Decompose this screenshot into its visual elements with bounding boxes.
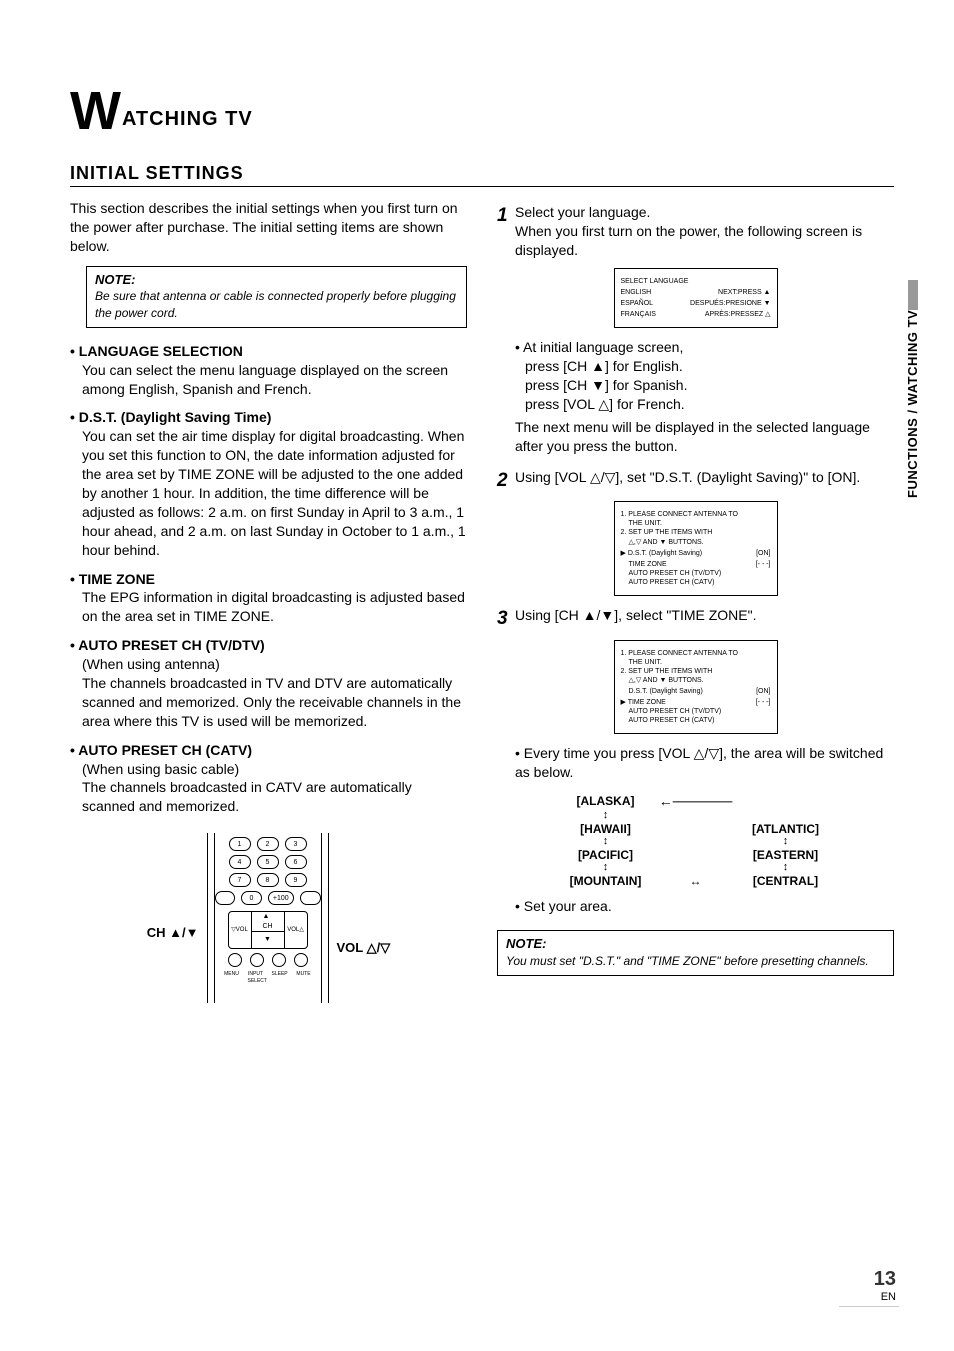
screen-title: SELECT LANGUAGE — [621, 277, 771, 286]
item-text: The EPG information in digital broadcast… — [82, 588, 467, 626]
screen-timezone: 1. PLEASE CONNECT ANTENNA TO THE UNIT. 2… — [614, 640, 778, 735]
step-2: 2 Using [VOL △/▽], set "D.S.T. (Daylight… — [497, 468, 894, 494]
arrow-icon: ↕ — [556, 811, 656, 821]
remote-label-ch: CH ▲/▼ — [147, 924, 199, 942]
item-text: You can select the menu language display… — [82, 361, 467, 399]
intro-text: This section describes the initial setti… — [70, 199, 467, 256]
side-tab-text: FUNCTIONS / WATCHING TV — [905, 310, 920, 530]
note-label: NOTE: — [95, 271, 458, 289]
note-box-2: NOTE: You must set "D.S.T." and "TIME ZO… — [497, 930, 894, 976]
step-number: 1 — [497, 203, 515, 260]
side-tab-bar — [908, 280, 918, 310]
tz-central: [CENTRAL] — [736, 873, 836, 889]
step-1: 1 Select your language. When you first t… — [497, 203, 894, 260]
item-timezone: • TIME ZONE The EPG information in digit… — [70, 570, 467, 627]
item-sub: (When using antenna) — [82, 655, 467, 674]
step2-text: Using [VOL △/▽], set "D.S.T. (Daylight S… — [515, 468, 894, 494]
lang-instr-2: press [CH ▼] for Spanish. — [525, 376, 894, 395]
step-number: 3 — [497, 606, 515, 632]
lang-instr-3: press [VOL △] for French. — [525, 395, 894, 414]
screen-dst: 1. PLEASE CONNECT ANTENNA TO THE UNIT. 2… — [614, 501, 778, 596]
step-number: 2 — [497, 468, 515, 494]
chapter-initial: W — [70, 81, 122, 141]
item-sub: (When using basic cable) — [82, 760, 467, 779]
arrow-icon: ↕ — [556, 837, 656, 847]
remote-icon: 123 456 789 0+100 ▽VOL ▲CH ▼ VOL△ — [207, 833, 329, 1003]
section-title: INITIAL SETTINGS — [70, 163, 894, 187]
item-title: • AUTO PRESET CH (CATV) — [70, 742, 252, 758]
remote-diagram: CH ▲/▼ 123 456 789 0+100 ▽VOL ▲CH ▼ — [70, 828, 467, 1008]
item-catv: • AUTO PRESET CH (CATV) (When using basi… — [70, 741, 467, 817]
lang-instr-0: • At initial language screen, — [515, 338, 894, 357]
step1-line1: Select your language. — [515, 203, 894, 222]
item-text: You can set the air time display for dig… — [82, 427, 467, 559]
set-area: • Set your area. — [515, 897, 894, 916]
step3-text: Using [CH ▲/▼], select "TIME ZONE". — [515, 606, 894, 632]
item-language: • LANGUAGE SELECTION You can select the … — [70, 342, 467, 399]
item-title: • LANGUAGE SELECTION — [70, 343, 243, 359]
item-tvdtv: • AUTO PRESET CH (TV/DTV) (When using an… — [70, 636, 467, 730]
every-press: • Every time you press [VOL △/▽], the ar… — [515, 744, 894, 782]
remote-label-vol: VOL △/▽ — [337, 939, 391, 957]
item-title: • D.S.T. (Daylight Saving Time) — [70, 409, 271, 425]
arrow-icon: ←────── — [659, 792, 733, 811]
chapter-title: WATCHING TV — [70, 90, 894, 133]
tz-mountain: [MOUNTAIN] — [556, 873, 656, 889]
item-text: The channels broadcasted in CATV are aut… — [82, 778, 467, 816]
arrow-icon: ↔ — [690, 873, 702, 889]
item-title: • TIME ZONE — [70, 571, 155, 587]
step-3: 3 Using [CH ▲/▼], select "TIME ZONE". — [497, 606, 894, 632]
page-lang: EN — [881, 1291, 896, 1303]
side-tab: FUNCTIONS / WATCHING TV — [898, 310, 918, 530]
item-dst: • D.S.T. (Daylight Saving Time) You can … — [70, 408, 467, 559]
left-column: This section describes the initial setti… — [70, 199, 467, 1008]
page-underline — [839, 1306, 899, 1307]
right-column: 1 Select your language. When you first t… — [497, 199, 894, 1008]
chapter-rest: ATCHING TV — [122, 108, 253, 130]
step1-line2: When you first turn on the power, the fo… — [515, 222, 894, 260]
lang-instr-4: The next menu will be displayed in the s… — [515, 418, 894, 456]
lang-instr-1: press [CH ▲] for English. — [525, 357, 894, 376]
timezone-cycle: [ALASKA] ←────── ↕ [HAWAII] [ATLANTIC] ↕… — [556, 792, 836, 889]
arrow-icon: ↕ — [556, 863, 656, 873]
item-text: The channels broadcasted in TV and DTV a… — [82, 674, 467, 731]
screen-language: SELECT LANGUAGE ENGLISHNEXT:PRESS ▲ ESPA… — [614, 268, 778, 328]
arrow-icon: ↕ — [736, 863, 836, 873]
page-number-value: 13 — [874, 1268, 896, 1290]
note-text: Be sure that antenna or cable is connect… — [95, 288, 458, 320]
note-label: NOTE: — [506, 935, 885, 953]
lang-instructions: • At initial language screen, press [CH … — [515, 338, 894, 455]
note-box-1: NOTE: Be sure that antenna or cable is c… — [86, 266, 467, 328]
note-text: You must set "D.S.T." and "TIME ZONE" be… — [506, 953, 885, 969]
page-number: 13 EN — [874, 1268, 896, 1303]
tz-alaska: [ALASKA] — [556, 793, 656, 809]
item-title: • AUTO PRESET CH (TV/DTV) — [70, 637, 265, 653]
arrow-icon: ↕ — [736, 837, 836, 847]
